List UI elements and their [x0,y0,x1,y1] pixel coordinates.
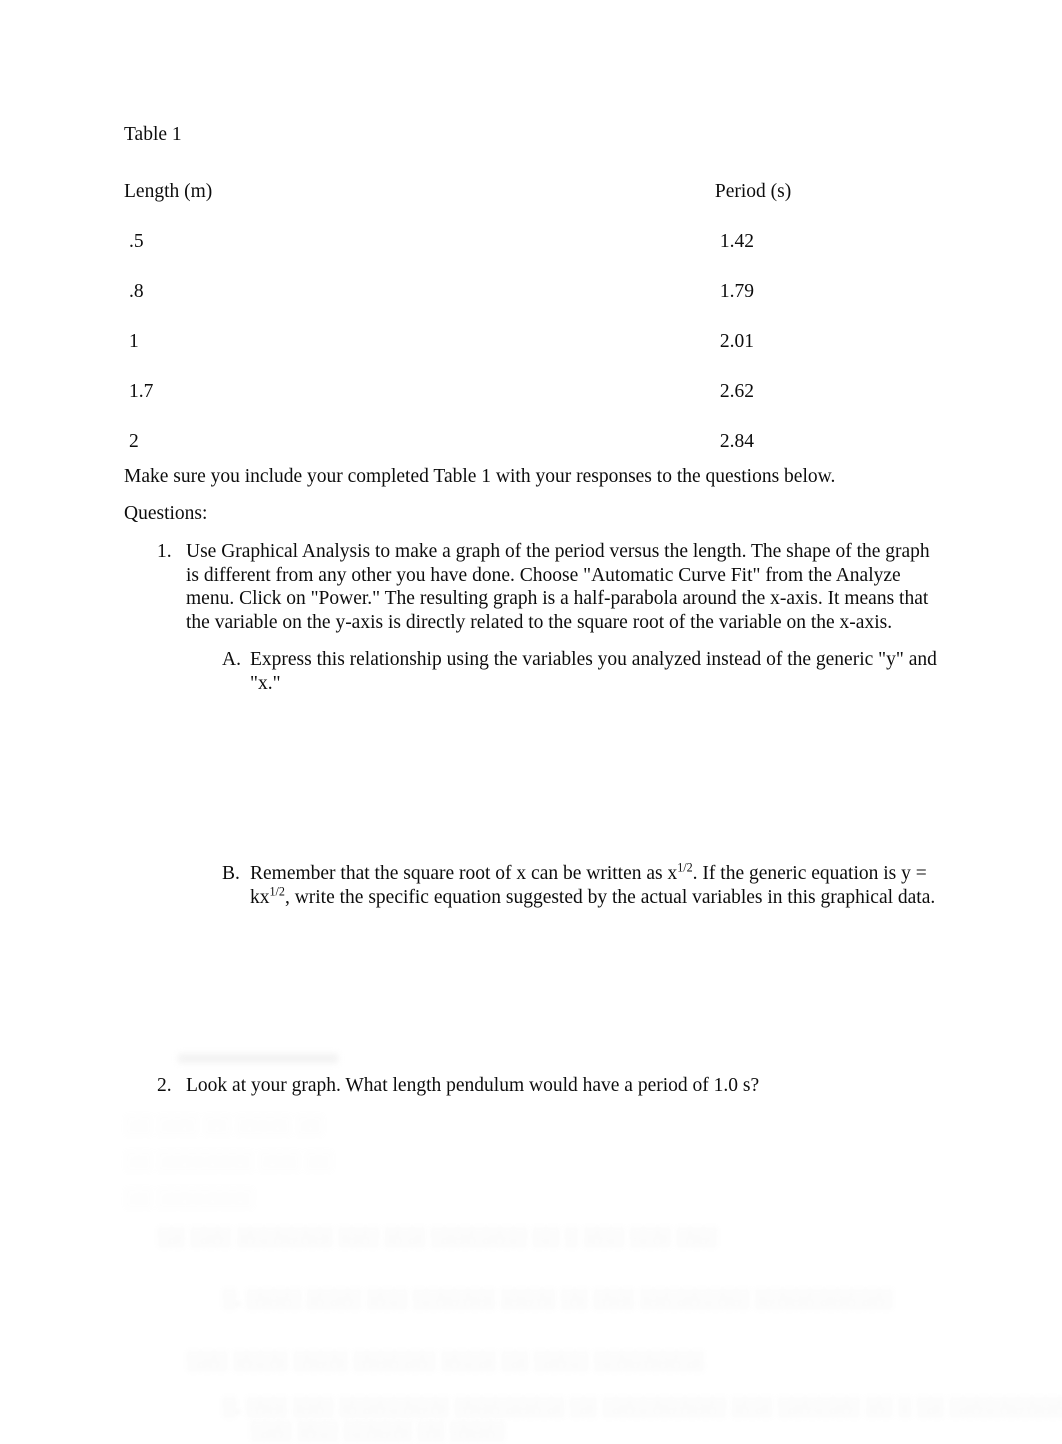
faded-artifact-line: ░░░ ░░░ ░░░░░ ░░ ░░░░ [250,1421,505,1442]
cell-period: 1.79 [719,281,754,302]
data-table: Length (m) Period (s) .5 1.42 .8 1.79 1 … [124,167,824,467]
question-item-1b: B. Remember that the square root of x ca… [222,860,939,909]
table-row: 2 2.84 [124,417,824,467]
table-row: 1 2.01 [124,317,824,367]
table-row: 1.7 2.62 [124,367,824,417]
cell-length: 1 [129,331,139,352]
question-1b-text-part4: , write the specific equation suggested … [284,886,936,908]
table-row: .8 1.79 [124,267,824,317]
document-page: Table 1 Length (m) Period (s) .5 1.42 .8… [0,0,1062,1442]
table-title: Table 1 [124,124,182,145]
table-note-paragraph: Make sure you include your completed Tab… [124,466,836,487]
question-1b-superscript-1: 1/2 [677,860,693,875]
table-row: .5 1.42 [124,217,824,267]
faded-artifact-line: ░░ ░░░ ░░░░░░░ ░░░ ░░░ ░░░░░░░ ░░ ░ ░░░ … [157,1227,717,1248]
cell-length: .5 [129,231,144,252]
faded-artifact-line: ░. ░░░ ░░░ ░░░░░░░░ ░░░░░░░░ ░░ ░░░░░░░░… [222,1397,1062,1418]
question-item-1: 1. Use Graphical Analysis to make a grap… [157,540,939,634]
faded-artifact-line: ░░ ░░░░░░░ ░░░ ░░ [124,1151,333,1172]
question-1b-text: Remember that the square root of x can b… [250,860,939,909]
question-1a-marker: A. [222,649,241,670]
table-header-row: Length (m) Period (s) [124,167,824,217]
column-header-period: Period (s) [714,181,792,202]
faded-artifact-line: ░. ░░░░ ░░░░ ░░░ ░░░░░░ ░░░░ ░░ ░░░ ░░░░… [222,1289,893,1310]
faded-artifact-line: ░░ ░░░ ░░ ░░░░ ░░ [124,1115,324,1136]
question-1-marker: 1. [157,541,172,562]
question-1a-text: Express this relationship using the vari… [250,649,937,694]
question-1b-text-part3: x [259,886,270,908]
question-1b-text-part1: Remember that the square root of x can b… [250,863,678,884]
cell-period: 2.62 [719,381,754,402]
faded-smudge [178,1054,338,1063]
faded-artifact-line: ░░░ ░░░░ ░░░░ ░░░░░░ ░░░░ ░░ ░░░░ ░░░░░░… [186,1351,704,1372]
cell-period: 2.01 [719,331,754,352]
cell-period: 2.84 [719,431,754,452]
cell-length: 2 [129,431,139,452]
questions-heading: Questions: [124,503,208,524]
cell-period: 1.42 [719,231,754,252]
column-header-length: Length (m) [124,181,213,202]
question-item-2: 2. Look at your graph. What length pendu… [157,1074,939,1098]
question-item-1a: A. Express this relationship using the v… [222,648,939,695]
question-1b-marker: B. [222,863,240,884]
faded-artifact-line: ░░ ░░░░░░░ [124,1188,254,1209]
question-2-text: Look at your graph. What length pendulum… [186,1075,760,1096]
question-1-text: Use Graphical Analysis to make a graph o… [186,541,930,633]
cell-length: 1.7 [129,381,154,402]
question-1b-superscript-2: 1/2 [269,884,285,898]
question-2-marker: 2. [157,1075,172,1096]
cell-length: .8 [129,281,144,302]
